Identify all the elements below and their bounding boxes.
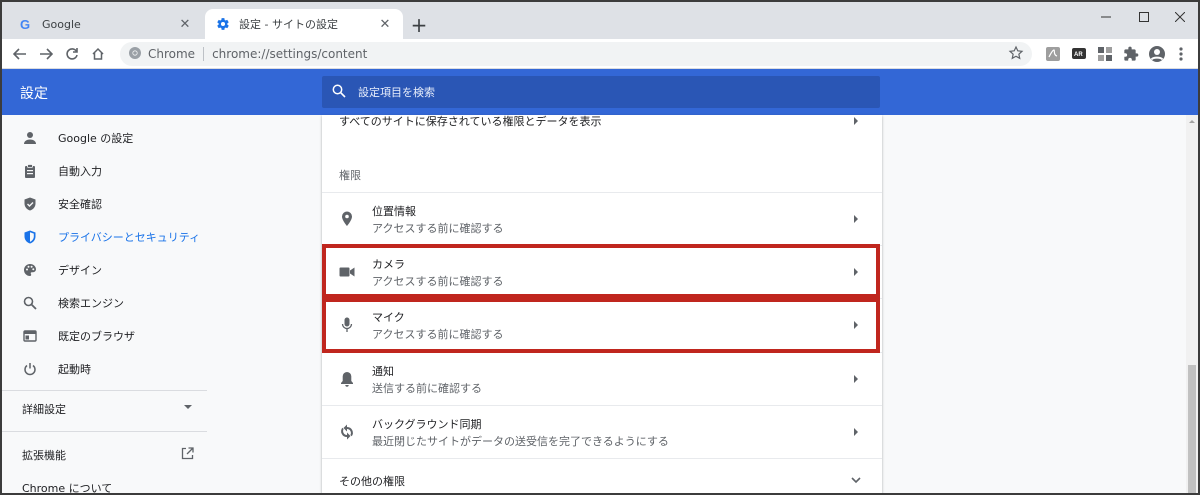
all-sites-label: すべてのサイトに保存されている権限とデータを表示 [339, 115, 602, 128]
close-tab-icon[interactable]: ✕ [177, 16, 193, 32]
row-title: 位置情報 [372, 205, 416, 218]
search-input[interactable] [358, 85, 838, 99]
sidebar-item-label: デザイン [58, 264, 102, 277]
settings-body: Google の設定 自動入力 安全確認 プライバシーとセキュリティ デザイン … [2, 115, 1198, 493]
scroll-up-arrow-icon[interactable] [1186, 115, 1198, 127]
sidebar-item-autofill[interactable]: 自動入力 [2, 155, 207, 187]
url-text[interactable]: chrome://settings/content [212, 47, 367, 61]
extensions-label: 拡張機能 [22, 449, 66, 462]
back-button[interactable] [8, 42, 32, 66]
sidebar-item-label: Google の設定 [58, 132, 134, 145]
profile-avatar-icon[interactable] [1148, 45, 1166, 63]
close-window-icon[interactable] [1162, 6, 1198, 28]
sidebar-item-label: 既定のブラウザ [58, 330, 135, 343]
chevron-right-icon [852, 375, 860, 383]
person-icon [22, 130, 38, 146]
forward-button[interactable] [34, 42, 58, 66]
all-sites-row[interactable]: すべてのサイトに保存されている権限とデータを表示 [322, 101, 882, 141]
sidebar-item-on-startup[interactable]: 起動時 [2, 353, 207, 385]
sidebar-extensions[interactable]: 拡張機能 [22, 447, 194, 463]
permissions-heading: 権限 [339, 169, 361, 182]
sidebar-divider [2, 431, 207, 432]
chevron-right-icon [852, 428, 860, 436]
sidebar-item-label: 検索エンジン [58, 297, 124, 310]
google-icon: G [18, 16, 34, 32]
sidebar-item-label: 安全確認 [58, 198, 102, 211]
clipboard-icon [22, 163, 38, 179]
row-subtitle: 最近閉じたサイトがデータの送受信を完了できるようにする [372, 435, 669, 448]
reload-button[interactable] [60, 42, 84, 66]
svg-text:AR: AR [1074, 52, 1083, 58]
sidebar-item-google[interactable]: Google の設定 [2, 122, 207, 154]
shield-check-icon [22, 196, 38, 212]
row-title: バックグラウンド同期 [372, 418, 482, 431]
scrollbar-thumb[interactable] [1188, 365, 1196, 493]
sidebar-item-label: プライバシーとセキュリティ [58, 231, 201, 244]
browser-icon [22, 328, 38, 344]
sidebar-item-search-engine[interactable]: 検索エンジン [2, 287, 207, 319]
power-icon [22, 361, 38, 377]
chrome-chip: Chrome [148, 47, 196, 61]
pdf-extension-icon[interactable] [1044, 45, 1062, 63]
tab-settings[interactable]: 設定 - サイトの設定 ✕ [205, 9, 403, 39]
permission-row-location[interactable]: 位置情報 アクセスする前に確認する [322, 192, 882, 245]
tab-google[interactable]: G Google ✕ [8, 9, 203, 39]
new-tab-button[interactable]: + [407, 14, 431, 38]
dropdown-arrow-icon [184, 401, 192, 417]
close-tab-icon[interactable]: ✕ [377, 16, 393, 32]
more-permissions-label: その他の権限 [339, 475, 405, 488]
extensions-puzzle-icon[interactable] [1122, 45, 1140, 63]
bell-icon [338, 370, 356, 388]
chevron-right-icon [852, 117, 860, 125]
sidebar-item-label: 起動時 [58, 363, 91, 376]
maximize-icon[interactable] [1126, 6, 1162, 28]
row-subtitle: アクセスする前に確認する [372, 222, 504, 235]
advanced-label: 詳細設定 [22, 403, 66, 416]
row-subtitle: 送信する前に確認する [372, 382, 482, 395]
browser-window: G Google ✕ 設定 - サイトの設定 ✕ + Chrome chrome… [0, 0, 1200, 495]
row-title: 通知 [372, 365, 394, 378]
search-icon [22, 295, 38, 311]
camera-highlight-box [322, 244, 880, 298]
grid-extension-icon[interactable] [1096, 45, 1114, 63]
search-icon [332, 84, 346, 101]
address-bar[interactable]: Chrome chrome://settings/content [120, 42, 1032, 66]
sidebar: Google の設定 自動入力 安全確認 プライバシーとセキュリティ デザイン … [2, 115, 207, 493]
permission-row-background-sync[interactable]: バックグラウンド同期 最近閉じたサイトがデータの送受信を完了できるようにする [322, 405, 882, 458]
mic-highlight-box [322, 298, 880, 353]
svg-text:G: G [20, 17, 30, 31]
tab-title: Google [42, 17, 81, 31]
minimize-icon[interactable] [1088, 6, 1124, 28]
palette-icon [22, 262, 38, 278]
sidebar-item-safety-check[interactable]: 安全確認 [2, 188, 207, 220]
sync-icon [338, 423, 356, 441]
sidebar-advanced[interactable]: 詳細設定 [22, 401, 192, 417]
tab-title: 設定 - サイトの設定 [239, 18, 338, 31]
bookmark-star-icon[interactable] [1008, 45, 1024, 64]
scrollbar[interactable] [1186, 115, 1198, 493]
open-in-new-icon [181, 447, 194, 463]
sidebar-item-label: 自動入力 [58, 165, 102, 178]
expand-more-icon [850, 476, 862, 484]
chevron-right-icon [852, 215, 860, 223]
chrome-icon [128, 46, 142, 63]
sidebar-item-default-browser[interactable]: 既定のブラウザ [2, 320, 207, 352]
sidebar-item-appearance[interactable]: デザイン [2, 254, 207, 286]
more-menu-icon[interactable] [1172, 45, 1190, 63]
permission-row-notifications[interactable]: 通知 送信する前に確認する [322, 352, 882, 405]
toolbar: Chrome chrome://settings/content AR [2, 39, 1198, 69]
sidebar-item-privacy[interactable]: プライバシーとセキュリティ [2, 221, 207, 253]
shield-icon [22, 229, 38, 245]
more-permissions-row[interactable]: その他の権限 [322, 458, 882, 493]
sidebar-divider [2, 390, 207, 391]
gear-icon [215, 16, 231, 32]
ar-extension-icon[interactable]: AR [1070, 45, 1088, 63]
omnibox-divider [203, 47, 205, 61]
tab-strip: G Google ✕ 設定 - サイトの設定 ✕ + [2, 2, 1198, 39]
sidebar-about-chrome[interactable]: Chrome について [22, 480, 112, 493]
home-button[interactable] [86, 42, 110, 66]
location-icon [338, 210, 356, 228]
page-title: 設定 [20, 86, 48, 102]
